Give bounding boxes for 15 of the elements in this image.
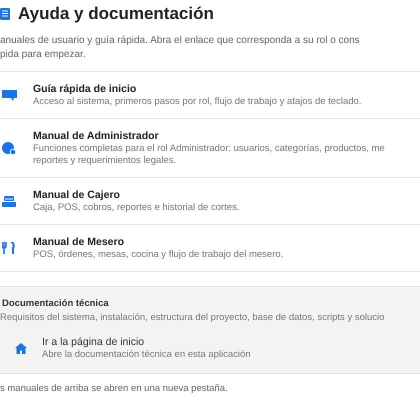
manual-link[interactable]: Manual de Cajero Caja, POS, cobros, reportes e historial de cortes. <box>0 178 420 225</box>
page-title: Ayuda y documentación <box>18 3 214 26</box>
manual-link[interactable]: Manual de Administrador Funciones completas para el rol Administrador: usuarios, categorías, productos, me reportes y requerimientos legales. <box>0 119 420 178</box>
intro-text: anuales de usuario y guía rápida. Abra el enlace que corresponda a su rol o cons <box>0 34 361 48</box>
utensils-icon <box>2 242 15 254</box>
intro-text: pida para empezar. <box>0 48 87 62</box>
manual-link[interactable]: Manual de Mesero POS, órdenes, mesas, cocina y flujo de trabajo del mesero. <box>0 225 420 272</box>
section-description: Requisitos del sistema, instalación, estructura del proyecto, base de datos, scripts y solucio <box>0 311 386 325</box>
home-link[interactable]: Ir a la página de inicio Abre la documentación técnica en esta aplicación <box>0 335 420 361</box>
register-icon <box>2 196 16 206</box>
footer-note: s manuales de arriba se abren en una nueva pestaña. <box>0 382 229 396</box>
manual-link[interactable]: Guía rápida de inicio Acceso al sistema, primeros pasos por rol, flujo de trabajo y atajos de teclado. <box>0 72 420 119</box>
home-icon <box>15 342 27 354</box>
section-title: Documentación técnica <box>1 297 110 311</box>
book-icon <box>0 8 10 20</box>
